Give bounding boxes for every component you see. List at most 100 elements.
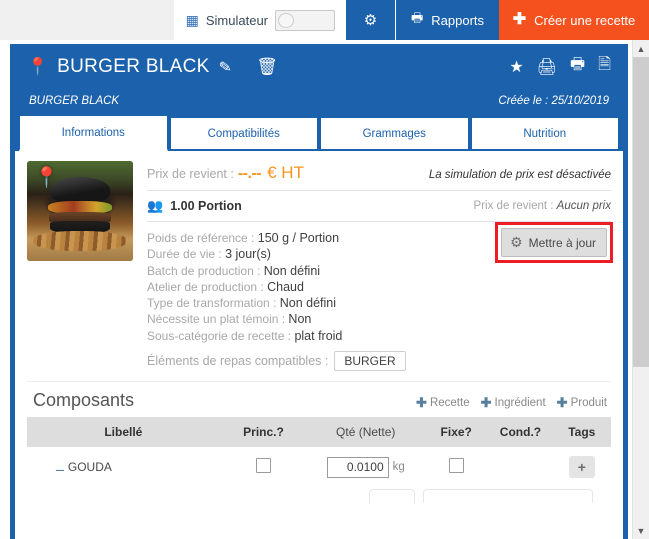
meal-element-chip[interactable]: BURGER	[334, 351, 406, 372]
simulateur-toggle[interactable]	[275, 9, 335, 31]
tab-informations[interactable]: Informations	[19, 115, 168, 151]
rapports-button[interactable]: 🖶 Rapports	[395, 0, 499, 40]
recipe-header: 📍 BURGER BLACK ✎ 🗑 ★ 🖨 🖶 🗎	[15, 44, 623, 89]
vertical-scrollbar[interactable]: ▲ ▼	[632, 40, 649, 539]
add-ingredient-link[interactable]: ✚ Ingrédient	[481, 395, 546, 411]
portion-cost-value: Aucun prix	[556, 200, 611, 212]
pencil-icon[interactable]: ✎	[217, 57, 233, 77]
add-recette-link[interactable]: ✚ Recette	[416, 395, 470, 411]
photo-detail	[33, 231, 127, 251]
composants-actions: ✚ Recette ✚ Ingrédient ✚ Produit	[416, 395, 607, 411]
fact-value: Chaud	[267, 279, 304, 294]
gear-icon: ⚙	[363, 12, 378, 29]
recipe-title-group: 📍 BURGER BLACK ✎ 🗑	[27, 56, 278, 78]
plus-icon: ✚	[512, 11, 527, 28]
people-icon: 👥	[147, 198, 164, 213]
table-row[interactable]: ⚊ GOUDA 0.0100 kg +	[27, 447, 611, 487]
row-princ-cell	[220, 447, 308, 487]
simulateur-control[interactable]: ▦ Simulateur	[173, 0, 345, 40]
gear-icon: ⚙	[510, 234, 523, 250]
tab-grammages[interactable]: Grammages	[320, 117, 469, 151]
portion-cost-price: Prix de revient : Aucun prix	[474, 200, 611, 212]
table-body: ⚊ GOUDA 0.0100 kg +	[27, 447, 611, 487]
fact-key: Batch de production :	[147, 263, 261, 278]
duplicate-document-icon[interactable]: 🗎	[598, 53, 611, 80]
calculator-icon: ▦	[185, 12, 199, 28]
fact-row: Sous-catégorie de recette : plat froid	[147, 328, 611, 344]
tab-label: Informations	[61, 126, 125, 139]
plus-icon: ✚	[416, 395, 427, 411]
tab-compatibilites[interactable]: Compatibilités	[169, 117, 318, 151]
add-ingredient-label: Ingrédient	[494, 397, 546, 410]
recipe-action-icons: ★ 🖨 🖶 🗎	[509, 53, 611, 80]
princ-checkbox[interactable]	[256, 458, 272, 474]
recipe-subheader: BURGER BLACK Créée le : 25/10/2019	[15, 89, 623, 113]
recipe-created-date: Créée le : 25/10/2019	[498, 95, 609, 107]
plus-icon: ✚	[556, 395, 568, 411]
page-title: BURGER BLACK	[57, 55, 210, 77]
plus-icon: ✚	[480, 395, 492, 411]
qte-input[interactable]: 0.0100	[326, 456, 389, 478]
scrollbar-thumb[interactable]	[633, 57, 649, 367]
qte-unit: kg	[392, 461, 405, 474]
photo-detail	[50, 177, 110, 203]
partial-input-small[interactable]	[369, 489, 415, 504]
fact-key: Durée de vie :	[147, 247, 222, 262]
col-cond[interactable]: Cond.?	[488, 417, 553, 448]
rapports-label: Rapports	[431, 12, 485, 28]
composants-header: Composants ✚ Recette ✚ Ingrédient ✚ Prod…	[27, 381, 611, 417]
top-toolbar: ▦ Simulateur ⚙ 🖶 Rapports ✚ Créer une re…	[0, 0, 649, 40]
fact-value: Non défini	[279, 296, 337, 311]
tab-bar: Informations Compatibilités Grammages Nu…	[15, 113, 623, 151]
add-produit-link[interactable]: ✚ Produit	[557, 395, 607, 411]
col-qte[interactable]: Qté (Nette)	[307, 417, 425, 448]
printer-icon: 🖶	[410, 10, 424, 25]
chevron-up-icon[interactable]: ▲	[633, 40, 649, 57]
location-pin-icon: 📍	[34, 167, 59, 189]
print-icon[interactable]: 🖨	[537, 57, 557, 77]
recipe-photo-burger[interactable]: 📍	[27, 161, 133, 261]
fact-value: Non	[288, 312, 312, 327]
create-recipe-button[interactable]: ✚ Créer une recette	[499, 0, 649, 40]
row-cond-cell	[488, 447, 552, 487]
recipe-subtitle: BURGER BLACK	[29, 95, 120, 107]
favorite-star-icon[interactable]: ★	[509, 57, 523, 77]
update-button-label: Mettre à jour	[528, 235, 596, 250]
row-fixe-cell	[424, 447, 488, 487]
fact-key: Type de transformation :	[147, 296, 277, 311]
fact-key: Nécessite un plat témoin :	[147, 312, 286, 327]
toggle-knob	[278, 12, 294, 28]
link-icon: ⚊	[55, 462, 65, 475]
trash-icon[interactable]: 🗑	[256, 57, 278, 77]
row-label: GOUDA	[67, 460, 112, 475]
scrollbar-track[interactable]	[633, 57, 649, 522]
fixe-checkbox[interactable]	[448, 458, 464, 474]
chevron-down-icon[interactable]: ▼	[633, 522, 649, 539]
col-princ[interactable]: Princ.?	[219, 417, 308, 448]
add-tag-button[interactable]: +	[568, 456, 595, 479]
col-fixe[interactable]: Fixe?	[424, 417, 489, 448]
print-preview-icon[interactable]: 🖶	[570, 53, 585, 80]
fact-row: Atelier de production : Chaud	[147, 279, 611, 295]
fact-key: Sous-catégorie de recette :	[147, 328, 292, 343]
composants-title: Composants	[33, 390, 135, 411]
update-button[interactable]: ⚙ Mettre à jour	[501, 228, 607, 257]
update-button-highlight: ⚙ Mettre à jour	[495, 222, 613, 263]
col-tags[interactable]: Tags	[552, 417, 611, 448]
col-libelle[interactable]: Libellé	[27, 417, 220, 448]
recipe-facts: ⚙ Mettre à jour Poids de référence : 150…	[147, 222, 613, 372]
add-produit-label: Produit	[570, 397, 607, 410]
add-recette-label: Recette	[429, 397, 470, 410]
tab-label: Compatibilités	[207, 127, 280, 140]
tab-nutrition[interactable]: Nutrition	[470, 117, 619, 151]
fact-key: Atelier de production :	[147, 279, 264, 294]
meal-elements-label: Éléments de repas compatibles :	[147, 354, 329, 369]
portion-cost-label: Prix de revient :	[473, 200, 554, 212]
location-pin-icon: 📍	[27, 57, 49, 76]
partial-input-large[interactable]	[423, 489, 593, 504]
fact-value: Non défini	[263, 263, 321, 278]
fact-row: Type de transformation : Non défini	[147, 295, 611, 311]
row-label-cell: ⚊ GOUDA	[27, 447, 220, 487]
settings-button[interactable]: ⚙	[345, 0, 395, 40]
partial-fields-row	[27, 489, 611, 504]
